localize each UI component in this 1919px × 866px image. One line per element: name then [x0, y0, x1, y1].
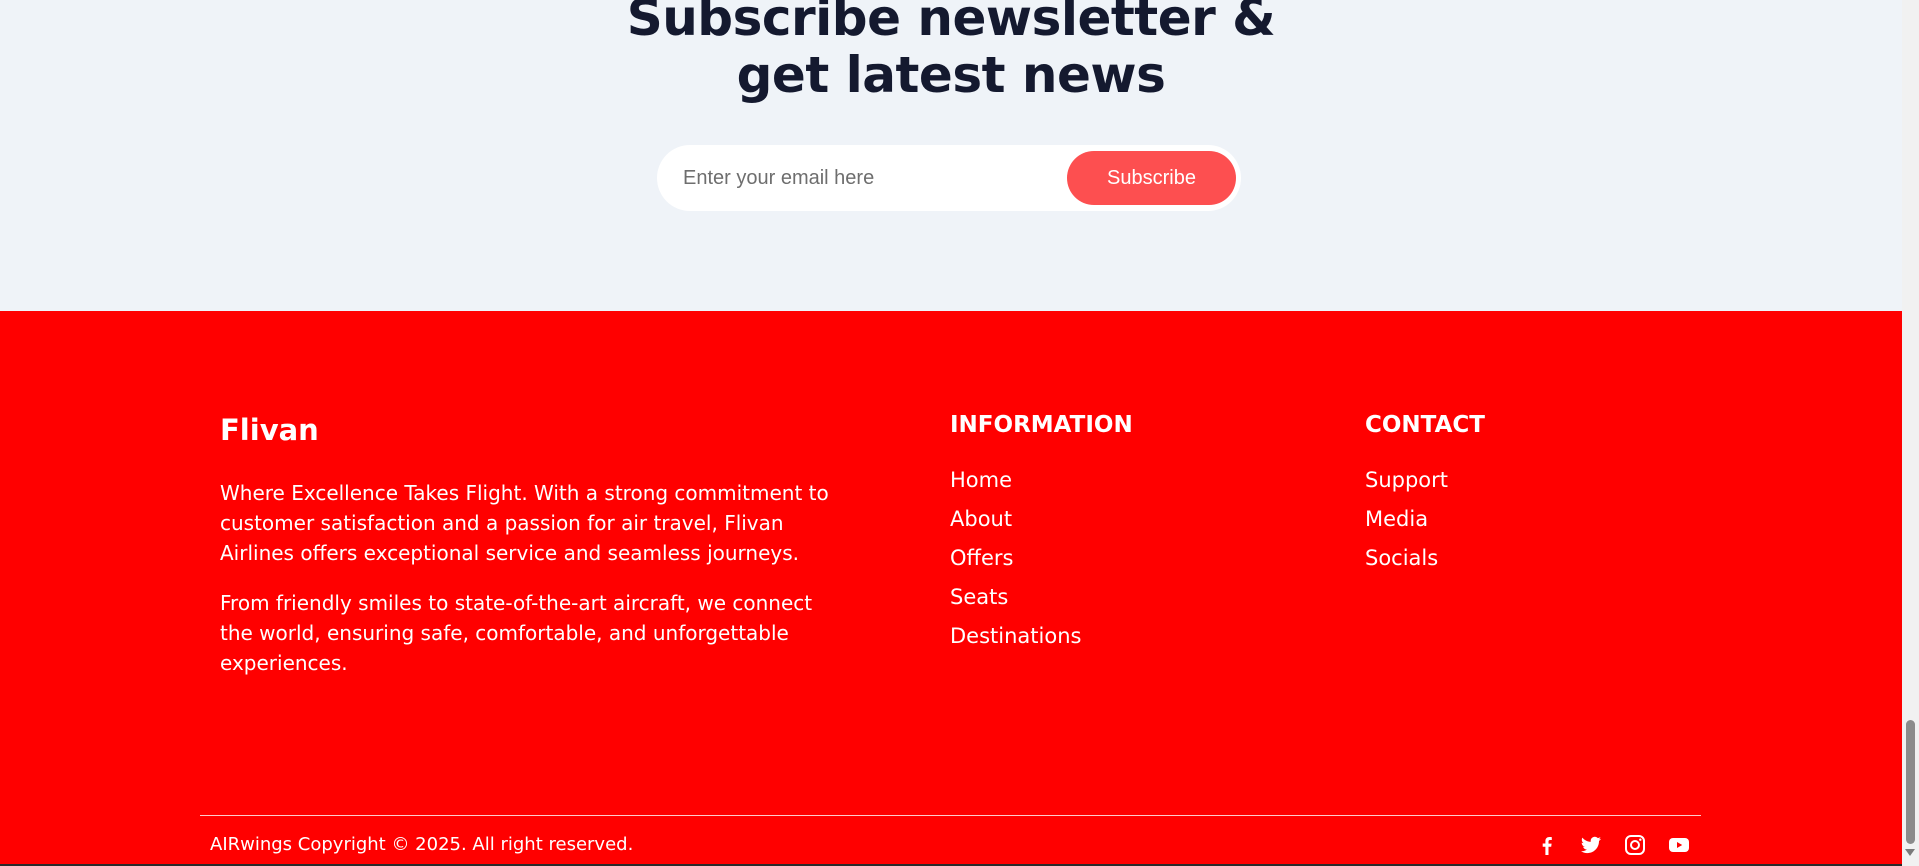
information-links: Home About Offers Seats Destinations: [950, 466, 1081, 661]
facebook-icon[interactable]: [1535, 833, 1559, 857]
newsletter-form: Subscribe: [657, 145, 1241, 211]
scroll-down-arrow-icon[interactable]: [1905, 849, 1915, 856]
contact-heading: CONTACT: [1365, 412, 1485, 438]
information-heading: INFORMATION: [950, 412, 1133, 438]
footer-about-paragraph-2: From friendly smiles to state-of-the-art…: [220, 591, 813, 675]
twitter-icon[interactable]: [1579, 833, 1603, 857]
youtube-icon[interactable]: [1667, 833, 1691, 857]
page: Subscribe newsletter & get latest news S…: [0, 0, 1919, 866]
email-input[interactable]: [683, 159, 1063, 197]
instagram-icon[interactable]: [1623, 833, 1647, 857]
newsletter-section: Subscribe newsletter & get latest news S…: [0, 0, 1902, 311]
footer-brand: Flivan: [220, 413, 319, 447]
footer: Flivan Where Excellence Takes Flight. Wi…: [0, 311, 1902, 866]
page-scrollbar[interactable]: [1902, 0, 1919, 866]
footer-divider: [200, 815, 1701, 816]
contact-links: Support Media Socials: [1365, 466, 1448, 583]
footer-about-paragraph-1: Where Excellence Takes Flight. With a st…: [220, 481, 829, 565]
subscribe-button[interactable]: Subscribe: [1067, 151, 1236, 205]
newsletter-title-line2: get latest news: [736, 46, 1166, 104]
social-links: [1535, 833, 1691, 857]
footer-link-socials[interactable]: Socials: [1365, 533, 1448, 583]
copyright-text: AIRwings Copyright © 2025. All right res…: [210, 834, 634, 855]
scrollbar-thumb[interactable]: [1906, 720, 1915, 844]
footer-link-destinations[interactable]: Destinations: [950, 611, 1081, 661]
